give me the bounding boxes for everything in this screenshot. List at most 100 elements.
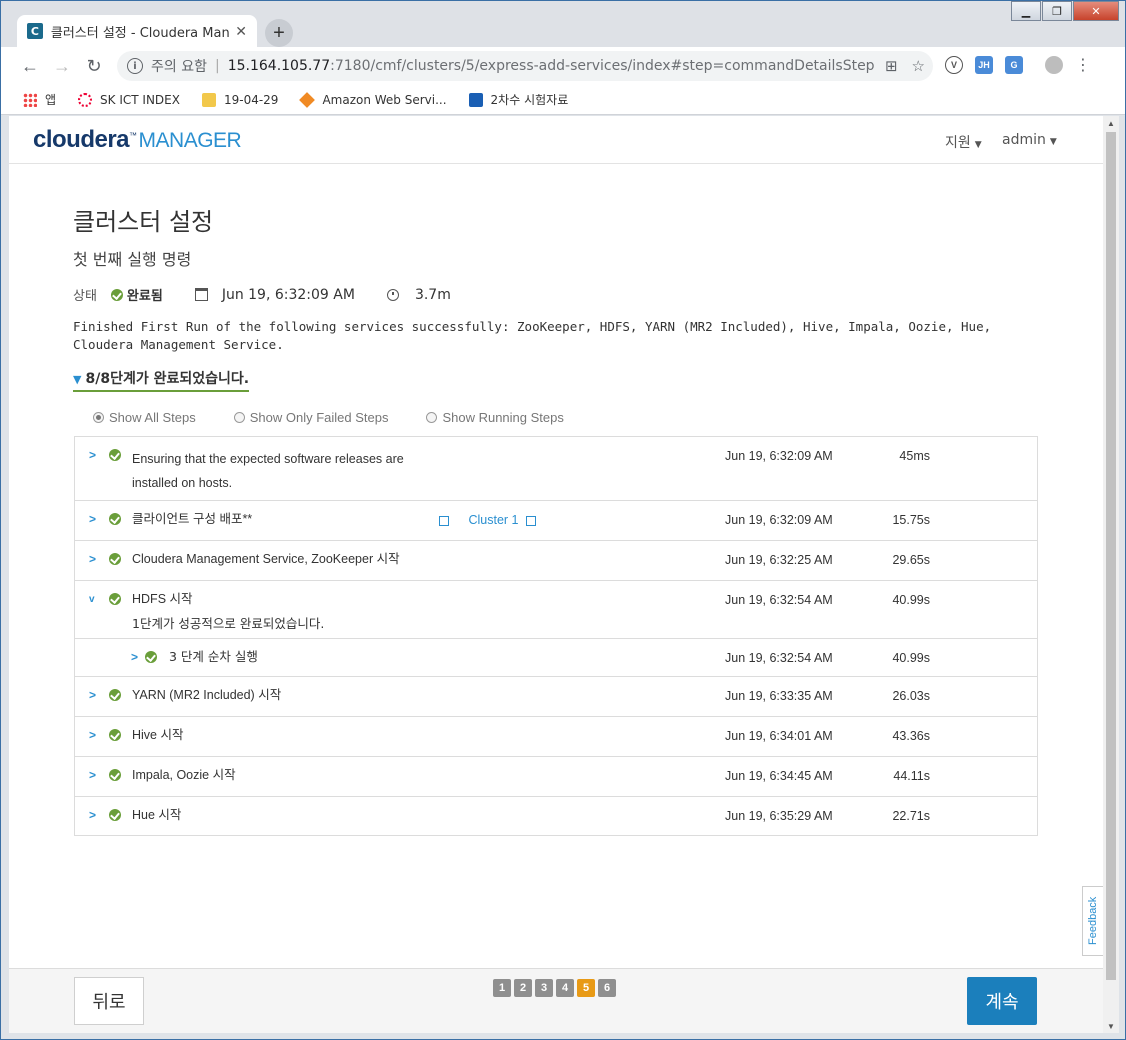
info-icon[interactable]: i <box>127 58 143 74</box>
result-message: Finished First Run of the following serv… <box>73 319 992 352</box>
menu-kebab-icon[interactable]: ⋮ <box>1075 55 1091 75</box>
chevron-right-icon[interactable]: > <box>89 552 96 566</box>
status-label: 상태 <box>73 289 97 304</box>
wizard-step-6: 6 <box>598 979 616 997</box>
chevron-right-icon[interactable]: > <box>89 808 96 822</box>
google-translate-extension-icon[interactable]: G <box>1005 56 1023 74</box>
bookmark-label: 앱 <box>45 93 57 107</box>
external-link-icon[interactable] <box>526 515 536 526</box>
vivaldi-extension-icon[interactable]: V <box>945 56 963 74</box>
omnibox-actions: ⊞ ☆ <box>885 57 925 75</box>
step-name: YARN (MR2 Included) 시작 <box>132 688 282 702</box>
url-separator: | <box>214 58 220 74</box>
minimize-icon[interactable]: ▁ <box>1011 1 1041 21</box>
infinity-logo-icon <box>468 92 483 107</box>
filter-all-steps[interactable]: Show All Steps <box>93 410 196 425</box>
bookmark-star-icon[interactable]: ☆ <box>912 57 925 75</box>
close-window-icon[interactable]: ✕ <box>1073 1 1119 21</box>
filter-failed-steps[interactable]: Show Only Failed Steps <box>233 410 389 425</box>
check-circle-icon <box>109 513 121 525</box>
calendar-icon <box>194 288 208 301</box>
scroll-up-icon[interactable]: ▲ <box>1103 116 1119 130</box>
user-menu[interactable]: admin ▼ <box>1002 132 1057 148</box>
clock-icon <box>386 288 399 301</box>
chevron-down-icon[interactable]: v <box>89 594 95 605</box>
continue-button[interactable]: 계속 <box>967 977 1037 1025</box>
reload-icon[interactable]: ↻ <box>79 51 109 81</box>
step-row: > Ensuring that the expected software re… <box>75 437 1037 500</box>
wizard-step-5-current: 5 <box>577 979 595 997</box>
chevron-right-icon[interactable]: > <box>89 728 96 742</box>
close-tab-icon[interactable]: ✕ <box>235 23 247 40</box>
forward-arrow-icon[interactable]: → <box>47 51 77 81</box>
wizard-step-3: 3 <box>535 979 553 997</box>
scroll-thumb[interactable] <box>1106 132 1116 980</box>
cluster-link[interactable]: Cluster 1 <box>468 513 518 527</box>
maximize-icon[interactable]: ❐ <box>1042 1 1072 21</box>
step-name: Hue 시작 <box>132 808 182 822</box>
step-links: Cluster 1 <box>435 513 536 527</box>
support-menu[interactable]: 지원 ▼ <box>945 132 982 152</box>
chevron-right-icon[interactable]: > <box>89 512 96 526</box>
step-row: > 클라이언트 구성 배포** Cluster 1 Jun 19, 6:32:0… <box>75 500 1037 540</box>
bookmark-apps[interactable]: 앱 <box>23 91 56 108</box>
external-link-icon[interactable] <box>439 515 449 526</box>
chevron-right-icon[interactable]: > <box>89 688 96 702</box>
bookmark-label: Amazon Web Servi... <box>322 92 447 107</box>
url-host: 15.164.105.77 <box>227 58 331 74</box>
bookmark-exam-materials[interactable]: 2차수 시험자료 <box>468 91 568 108</box>
bookmark-folder-19-04-29[interactable]: 19-04-29 <box>201 92 278 107</box>
step-duration: 22.71s <box>892 809 930 823</box>
page-scrollbar[interactable]: ▲ ▼ <box>1103 116 1119 1033</box>
chevron-right-icon[interactable]: > <box>89 768 96 782</box>
bookmark-aws[interactable]: Amazon Web Servi... <box>299 91 447 108</box>
step-name: Hive 시작 <box>132 728 184 742</box>
step-time: Jun 19, 6:34:45 AM <box>725 769 833 783</box>
profile-avatar-icon[interactable] <box>1045 56 1063 74</box>
steps-summary-label: 8/8단계가 완료되었습니다. <box>85 371 250 387</box>
browser-toolbar: ← → ↻ i 주의 요함 | 15.164.105.77:7180/cmf/c… <box>1 47 1125 85</box>
browser-window: C 클러스터 설정 - Cloudera Mana ✕ + ▁ ❐ ✕ ← → … <box>0 0 1126 1040</box>
translate-icon[interactable]: ⊞ <box>885 57 898 75</box>
back-button[interactable]: 뒤로 <box>74 977 144 1025</box>
apps-grid-icon <box>23 92 37 107</box>
user-menu-label: admin <box>1002 132 1046 148</box>
address-bar[interactable]: i 주의 요함 | 15.164.105.77:7180/cmf/cluster… <box>117 51 933 81</box>
back-arrow-icon[interactable]: ← <box>15 51 45 81</box>
page-title: 클러스터 설정 <box>73 208 214 236</box>
check-circle-icon <box>145 651 157 663</box>
filter-label: Show Only Failed Steps <box>249 410 389 425</box>
step-duration: 40.99s <box>892 651 930 665</box>
steps-summary-toggle[interactable]: ▼ 8/8단계가 완료되었습니다. <box>73 368 250 392</box>
filter-label: Show All Steps <box>109 410 196 425</box>
step-time: Jun 19, 6:32:54 AM <box>725 651 833 665</box>
command-duration: 3.7m <box>414 286 451 303</box>
feedback-tab[interactable]: Feedback <box>1082 886 1103 956</box>
radio-icon <box>426 412 438 423</box>
chevron-right-icon[interactable]: > <box>131 650 138 664</box>
step-name: Ensuring that the expected software rele… <box>132 452 404 490</box>
jh-extension-icon[interactable]: JH <box>975 56 993 74</box>
step-time: Jun 19, 6:35:29 AM <box>725 809 833 823</box>
filter-running-steps[interactable]: Show Running Steps <box>426 410 564 425</box>
bookmark-label: SK ICT INDEX <box>100 92 180 107</box>
step-duration: 43.36s <box>892 729 930 743</box>
check-circle-icon <box>109 689 121 701</box>
new-tab-button[interactable]: + <box>265 19 293 47</box>
wizard-step-2: 2 <box>514 979 532 997</box>
radio-selected-icon <box>93 412 104 423</box>
browser-tab[interactable]: C 클러스터 설정 - Cloudera Mana ✕ <box>17 15 257 47</box>
cloudera-header: cloudera™MANAGER 지원 ▼ admin ▼ <box>9 116 1103 164</box>
bookmark-sk-ict-index[interactable]: SK ICT INDEX <box>78 92 180 107</box>
chevron-down-icon: ▼ <box>73 373 82 386</box>
cloudera-manager-logo[interactable]: cloudera™MANAGER <box>33 126 242 154</box>
step-name: Impala, Oozie 시작 <box>132 768 236 782</box>
wizard-step-1: 1 <box>493 979 511 997</box>
scroll-down-icon[interactable]: ▼ <box>1103 1019 1119 1033</box>
step-time: Jun 19, 6:32:54 AM <box>725 593 833 607</box>
trademark-icon: ™ <box>129 131 137 140</box>
chevron-right-icon[interactable]: > <box>89 448 96 462</box>
step-time: Jun 19, 6:32:25 AM <box>725 553 833 567</box>
step-name: Cloudera Management Service, ZooKeeper 시… <box>132 552 400 566</box>
wizard-step-pager: 1 2 3 4 5 6 <box>493 979 616 997</box>
